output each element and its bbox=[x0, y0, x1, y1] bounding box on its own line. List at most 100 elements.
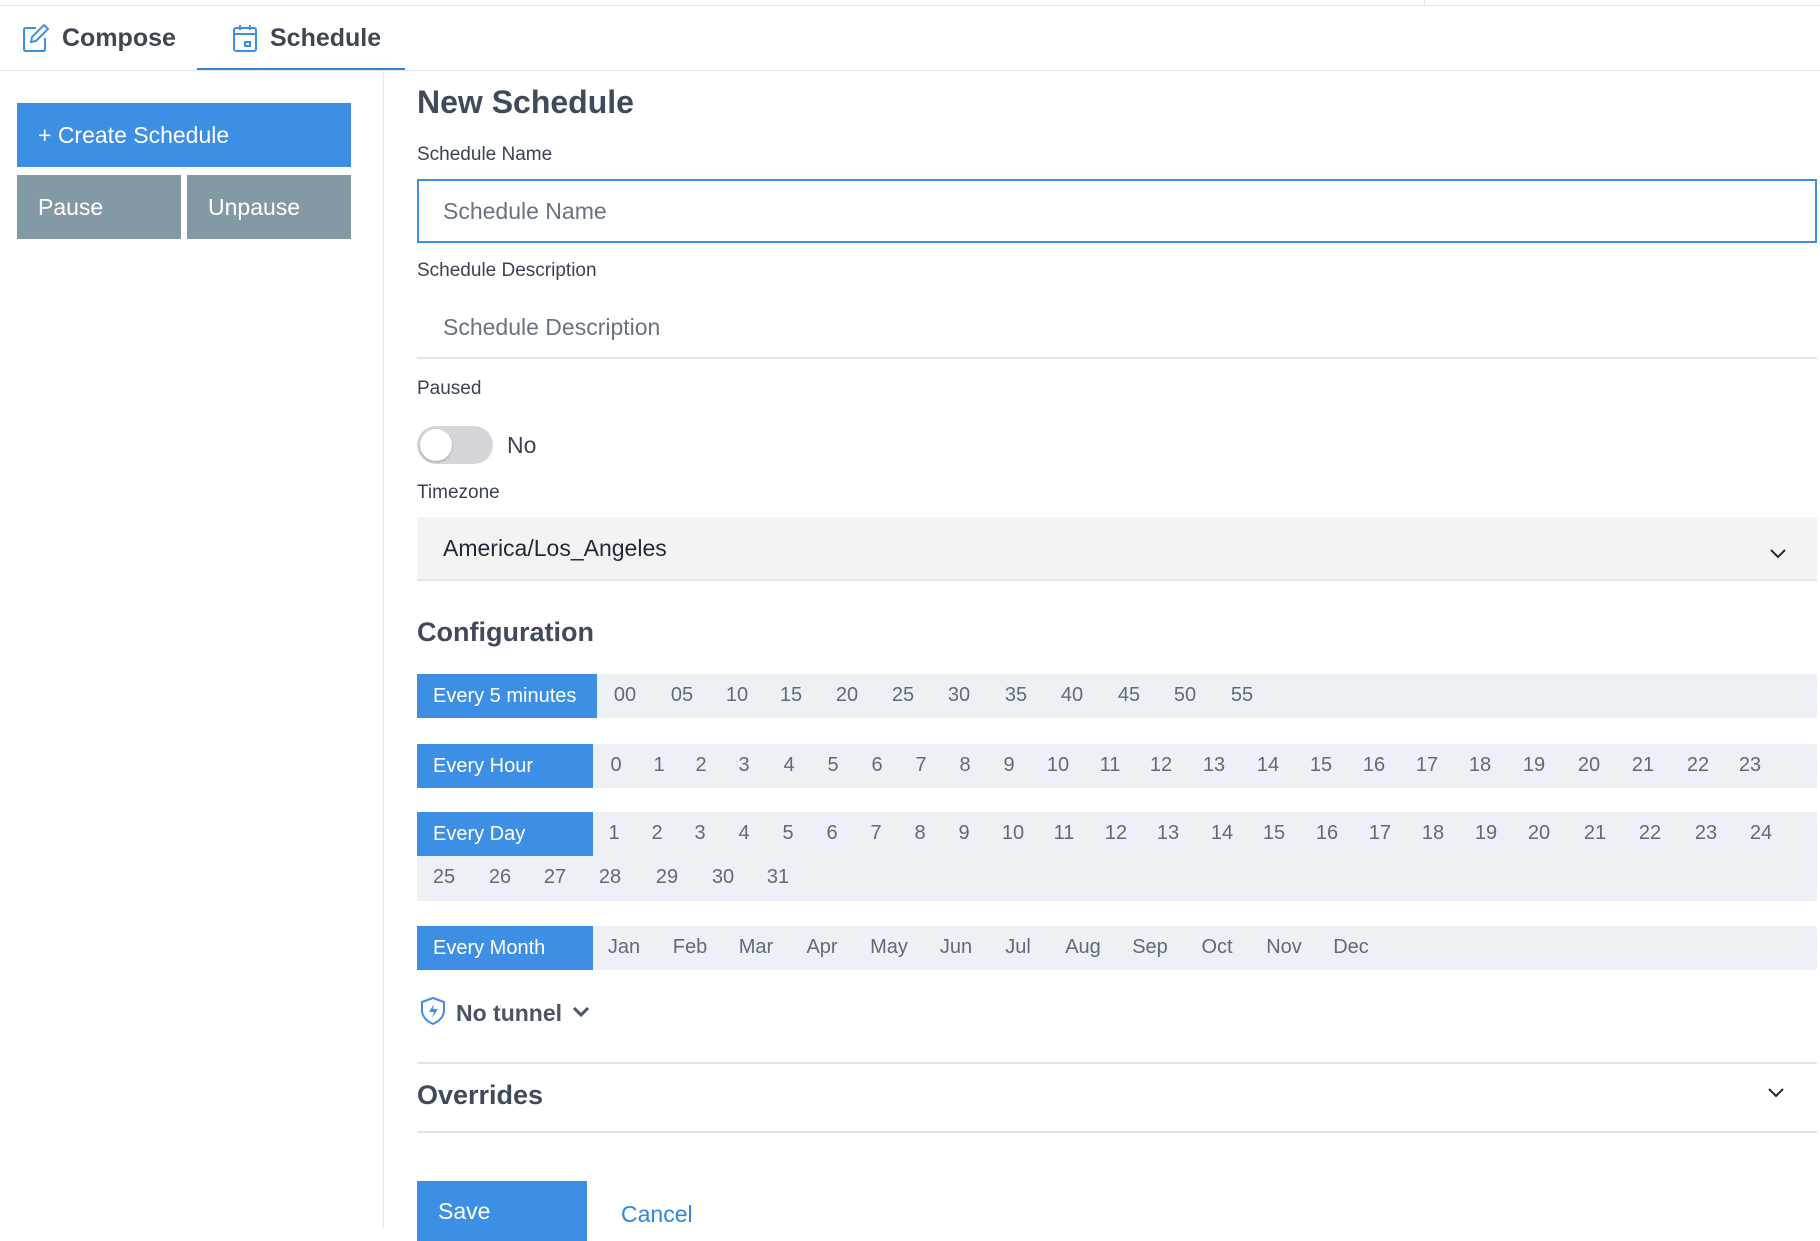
minutes-option[interactable]: 05 bbox=[671, 684, 693, 707]
unpause-button[interactable]: Unpause bbox=[187, 175, 351, 239]
days-option[interactable]: 13 bbox=[1157, 822, 1179, 845]
days-option[interactable]: 21 bbox=[1584, 822, 1606, 845]
hours-option[interactable]: 19 bbox=[1523, 754, 1545, 777]
days-option[interactable]: 11 bbox=[1054, 822, 1075, 845]
hours-option[interactable]: 17 bbox=[1416, 754, 1438, 777]
create-schedule-button[interactable]: + Create Schedule bbox=[17, 103, 351, 167]
days-option[interactable]: 7 bbox=[870, 822, 881, 845]
minutes-option[interactable]: 20 bbox=[836, 684, 858, 707]
hours-option[interactable]: 18 bbox=[1469, 754, 1491, 777]
minutes-option[interactable]: 45 bbox=[1118, 684, 1140, 707]
months-option[interactable]: Jan bbox=[608, 936, 640, 959]
every-5-minutes-button[interactable]: Every 5 minutes bbox=[417, 674, 597, 718]
every-month-button[interactable]: Every Month bbox=[417, 926, 593, 970]
schedule-description-input[interactable] bbox=[417, 297, 1817, 359]
schedule-name-input[interactable] bbox=[417, 179, 1817, 243]
days-option[interactable]: 23 bbox=[1695, 822, 1717, 845]
hours-option[interactable]: 15 bbox=[1310, 754, 1332, 777]
hours-option[interactable]: 6 bbox=[871, 754, 882, 777]
hours-option[interactable]: 11 bbox=[1100, 754, 1121, 777]
hours-option[interactable]: 4 bbox=[783, 754, 794, 777]
hours-option[interactable]: 20 bbox=[1578, 754, 1600, 777]
pause-button[interactable]: Pause bbox=[17, 175, 181, 239]
days-option[interactable]: 4 bbox=[738, 822, 749, 845]
days-option[interactable]: 22 bbox=[1639, 822, 1661, 845]
tab-compose[interactable]: Compose bbox=[22, 6, 176, 70]
months-option[interactable]: Apr bbox=[806, 936, 837, 959]
days-option[interactable]: 24 bbox=[1750, 822, 1772, 845]
chevron-down-icon bbox=[572, 1005, 590, 1023]
days-option[interactable]: 30 bbox=[712, 866, 734, 889]
hours-option[interactable]: 2 bbox=[695, 754, 706, 777]
days-option[interactable]: 9 bbox=[958, 822, 969, 845]
minutes-option[interactable]: 00 bbox=[614, 684, 636, 707]
hours-option[interactable]: 9 bbox=[1003, 754, 1014, 777]
months-option[interactable]: Dec bbox=[1333, 936, 1369, 959]
days-option[interactable]: 1 bbox=[608, 822, 619, 845]
months-option[interactable]: Feb bbox=[673, 936, 707, 959]
hours-option[interactable]: 5 bbox=[827, 754, 838, 777]
days-option[interactable]: 12 bbox=[1105, 822, 1127, 845]
hours-option[interactable]: 7 bbox=[915, 754, 926, 777]
days-option[interactable]: 17 bbox=[1369, 822, 1391, 845]
minutes-option[interactable]: 35 bbox=[1005, 684, 1027, 707]
hours-option[interactable]: 16 bbox=[1363, 754, 1385, 777]
days-option[interactable]: 10 bbox=[1002, 822, 1024, 845]
cancel-button[interactable]: Cancel bbox=[621, 1201, 693, 1228]
hours-option[interactable]: 3 bbox=[738, 754, 749, 777]
hours-option[interactable]: 22 bbox=[1687, 754, 1709, 777]
days-option[interactable]: 5 bbox=[782, 822, 793, 845]
hours-option[interactable]: 1 bbox=[653, 754, 664, 777]
days-option[interactable]: 2 bbox=[651, 822, 662, 845]
schedule-description-label: Schedule Description bbox=[417, 260, 597, 281]
tunnel-selector[interactable]: No tunnel bbox=[420, 996, 590, 1031]
hours-option[interactable]: 10 bbox=[1047, 754, 1069, 777]
chevron-down-icon[interactable] bbox=[1767, 1086, 1785, 1104]
timezone-select[interactable]: America/Los_Angeles bbox=[417, 517, 1817, 581]
every-day-button[interactable]: Every Day bbox=[417, 812, 593, 856]
months-option[interactable]: Mar bbox=[739, 936, 773, 959]
days-option[interactable]: 29 bbox=[656, 866, 678, 889]
hours-option[interactable]: 0 bbox=[610, 754, 621, 777]
minutes-option[interactable]: 10 bbox=[726, 684, 748, 707]
months-option[interactable]: Jun bbox=[940, 936, 972, 959]
months-option[interactable]: Oct bbox=[1201, 936, 1232, 959]
days-option[interactable]: 26 bbox=[489, 866, 511, 889]
minutes-option[interactable]: 15 bbox=[780, 684, 802, 707]
months-option[interactable]: Nov bbox=[1266, 936, 1302, 959]
days-option[interactable]: 6 bbox=[826, 822, 837, 845]
months-option[interactable]: Aug bbox=[1065, 936, 1101, 959]
days-option[interactable]: 8 bbox=[914, 822, 925, 845]
minutes-option[interactable]: 30 bbox=[948, 684, 970, 707]
hours-option[interactable]: 21 bbox=[1632, 754, 1654, 777]
days-option[interactable]: 14 bbox=[1211, 822, 1233, 845]
hours-option[interactable]: 13 bbox=[1203, 754, 1225, 777]
overrides-heading[interactable]: Overrides bbox=[417, 1080, 543, 1111]
tab-schedule[interactable]: Schedule bbox=[232, 6, 381, 70]
months-option[interactable]: Sep bbox=[1132, 936, 1168, 959]
minutes-option[interactable]: 25 bbox=[892, 684, 914, 707]
tunnel-label: No tunnel bbox=[456, 1000, 563, 1026]
days-option[interactable]: 20 bbox=[1528, 822, 1550, 845]
days-option[interactable]: 18 bbox=[1422, 822, 1444, 845]
minutes-option[interactable]: 40 bbox=[1061, 684, 1083, 707]
days-option[interactable]: 31 bbox=[767, 866, 789, 889]
months-option[interactable]: May bbox=[870, 936, 908, 959]
minutes-option[interactable]: 55 bbox=[1231, 684, 1253, 707]
days-option[interactable]: 25 bbox=[433, 866, 455, 889]
days-option[interactable]: 19 bbox=[1475, 822, 1497, 845]
save-button[interactable]: Save bbox=[417, 1181, 587, 1241]
hours-option[interactable]: 23 bbox=[1739, 754, 1761, 777]
hours-option[interactable]: 12 bbox=[1150, 754, 1172, 777]
paused-toggle[interactable] bbox=[417, 426, 493, 464]
hours-option[interactable]: 14 bbox=[1257, 754, 1279, 777]
days-option[interactable]: 16 bbox=[1316, 822, 1338, 845]
months-option[interactable]: Jul bbox=[1005, 936, 1031, 959]
days-option[interactable]: 15 bbox=[1263, 822, 1285, 845]
every-hour-button[interactable]: Every Hour bbox=[417, 744, 593, 788]
days-option[interactable]: 27 bbox=[544, 866, 566, 889]
hours-option[interactable]: 8 bbox=[959, 754, 970, 777]
minutes-option[interactable]: 50 bbox=[1174, 684, 1196, 707]
days-option[interactable]: 28 bbox=[599, 866, 621, 889]
days-option[interactable]: 3 bbox=[694, 822, 705, 845]
